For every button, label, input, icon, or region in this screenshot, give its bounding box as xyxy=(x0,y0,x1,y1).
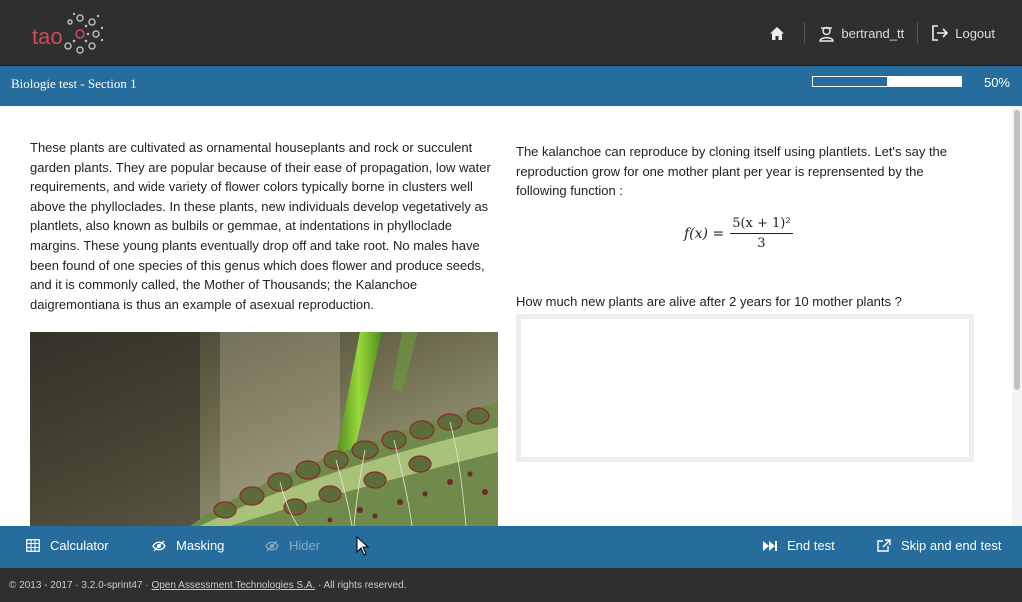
calculator-icon xyxy=(26,539,40,552)
question-text: How much new plants are alive after 2 ye… xyxy=(516,294,902,309)
fast-forward-icon xyxy=(763,540,777,551)
formula-denominator: 3 xyxy=(757,236,766,251)
tao-logo[interactable]: tao xyxy=(32,10,106,56)
item-content: These plants are cultivated as ornamenta… xyxy=(0,106,1012,526)
section-title: Biologie test - Section 1 xyxy=(11,76,137,91)
kalanchoe-image xyxy=(30,332,498,526)
hider-button[interactable]: Hider xyxy=(265,538,320,553)
masking-button[interactable]: Masking xyxy=(152,538,224,553)
test-toolbar: Calculator Masking Hider End test Skip a… xyxy=(0,526,1022,568)
mouse-cursor-icon xyxy=(356,536,370,556)
end-test-label: End test xyxy=(787,538,835,553)
calculator-button[interactable]: Calculator xyxy=(26,538,109,553)
test-title-bar: Biologie test - Section 1 50% xyxy=(0,66,1022,106)
masking-label: Masking xyxy=(176,538,225,553)
home-button[interactable] xyxy=(756,22,804,44)
progress-bar xyxy=(812,76,962,87)
item-prompt: The kalanchoe can reproduce by cloning i… xyxy=(516,144,948,199)
eye-slash-icon xyxy=(265,540,279,551)
username-label: bertrand_tt xyxy=(841,25,905,41)
formula-numerator: 5(x + 1)² xyxy=(730,216,793,234)
skip-end-test-button[interactable]: Skip and end test xyxy=(877,538,1001,553)
logout-icon xyxy=(932,25,949,41)
top-header: tao bertrand_tt Logout xyxy=(0,0,1022,66)
logout-label: Logout xyxy=(955,25,995,41)
footer-rights: · All rights reserved. xyxy=(315,580,407,591)
footer-text: © 2013 - 2017 · 3.2.0-sprint47 · Open As… xyxy=(9,580,406,591)
formula-fraction: 5(x + 1)² 3 xyxy=(730,216,793,251)
eye-icon xyxy=(152,540,166,551)
content-scrollbar[interactable] xyxy=(1012,106,1022,526)
user-menu[interactable]: bertrand_tt xyxy=(805,22,917,44)
skip-end-test-label: Skip and end test xyxy=(901,538,1002,553)
home-icon xyxy=(770,26,785,40)
progress-percent: 50% xyxy=(983,75,1010,90)
top-nav: bertrand_tt Logout xyxy=(756,0,1008,66)
interaction-column: The kalanchoe can reproduce by cloning i… xyxy=(516,142,974,462)
formula-lhs: f(x) = xyxy=(684,225,725,242)
hider-label: Hider xyxy=(289,538,321,553)
progress-fill xyxy=(813,77,887,86)
oat-link[interactable]: Open Assessment Technologies S.A. xyxy=(151,580,315,591)
scrollbar-thumb[interactable] xyxy=(1014,110,1020,390)
passage-text: These plants are cultivated as ornamenta… xyxy=(30,140,491,312)
footer-copyright: © 2013 - 2017 · 3.2.0-sprint47 · xyxy=(9,580,152,591)
answer-textarea[interactable] xyxy=(516,314,974,462)
logout-button[interactable]: Logout xyxy=(918,22,1008,44)
passage-column: These plants are cultivated as ornamenta… xyxy=(30,138,498,314)
math-formula: f(x) = 5(x + 1)² 3 xyxy=(684,216,793,251)
kalanchoe-photo xyxy=(30,332,498,526)
end-test-button[interactable]: End test xyxy=(763,538,835,553)
external-link-icon xyxy=(877,539,891,552)
logo-dots-icon xyxy=(64,12,104,54)
page-footer: © 2013 - 2017 · 3.2.0-sprint47 · Open As… xyxy=(0,568,1022,602)
user-icon xyxy=(819,26,835,42)
calculator-label: Calculator xyxy=(50,538,109,553)
